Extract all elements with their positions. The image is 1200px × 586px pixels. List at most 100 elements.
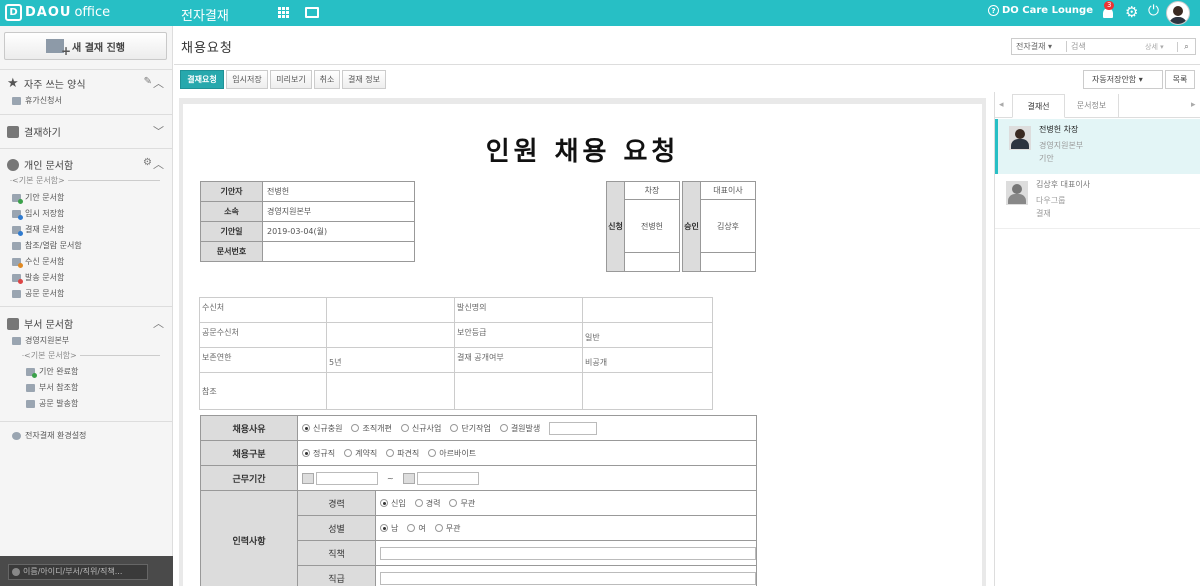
- gender-option[interactable]: 남: [380, 523, 398, 534]
- apply-side-label: 신청: [606, 181, 625, 272]
- tab-approval-line[interactable]: 결재선: [1012, 94, 1065, 118]
- reason-option[interactable]: 조직개편: [351, 423, 392, 434]
- preview-button[interactable]: 미리보기: [270, 70, 312, 89]
- approve-header[interactable]: 결재하기: [7, 124, 61, 139]
- logo[interactable]: D DAOU office: [5, 4, 110, 21]
- care-lounge-link[interactable]: ? DO Care Lounge: [988, 5, 1093, 16]
- official-box-icon: [12, 289, 21, 298]
- list-button[interactable]: 목록: [1165, 70, 1195, 89]
- dept-header[interactable]: 부서 문서함: [7, 316, 73, 331]
- reason-option[interactable]: 단기작업: [450, 423, 491, 434]
- type-option[interactable]: 계약직: [344, 448, 377, 459]
- search-scope-select[interactable]: 전자결재 ▾: [1012, 41, 1067, 52]
- chevron-up-icon[interactable]: ︿: [153, 315, 164, 331]
- type-option[interactable]: 아르바이트: [428, 448, 476, 459]
- gender-option[interactable]: 여: [407, 523, 426, 534]
- app-title[interactable]: 전자결재: [181, 5, 229, 24]
- sidebar-item-reference[interactable]: 참조/열람 문서함: [12, 240, 82, 251]
- start-date-input[interactable]: [316, 471, 378, 485]
- approve-title: 결재하기: [24, 128, 61, 139]
- duty-input[interactable]: [380, 546, 756, 560]
- approve-date-cell: [700, 252, 756, 272]
- career-label: 경력: [297, 490, 376, 516]
- care-lounge-label: DO Care Lounge: [1002, 5, 1093, 16]
- gender-option-label: 남: [391, 523, 399, 533]
- gear-icon[interactable]: ⚙: [1125, 3, 1138, 21]
- duty-label: 직책: [297, 540, 376, 566]
- avatar: [1006, 181, 1028, 205]
- rank-input[interactable]: [380, 571, 756, 585]
- chevron-up-icon[interactable]: ︿: [153, 156, 164, 172]
- receiver-value[interactable]: [326, 297, 455, 323]
- career-option[interactable]: 무관: [449, 498, 475, 509]
- approval-line-item[interactable]: 전병헌 차장 경영지원본부 기안: [995, 119, 1200, 174]
- cancel-button[interactable]: 취소: [314, 70, 340, 89]
- sidebar-item-dept-complete[interactable]: 기안 완료함: [26, 366, 78, 378]
- prev-arrow-icon[interactable]: ◂: [999, 100, 1004, 110]
- people-search-input[interactable]: 이름/아이디/부서/직위/직책...: [8, 564, 148, 580]
- retention-value[interactable]: 5년: [326, 347, 455, 373]
- type-option-label: 계약직: [355, 448, 378, 458]
- approval-settings-link[interactable]: 전자결재 환경설정: [12, 430, 86, 441]
- sidebar-item-label: 공문 문서함: [25, 289, 65, 298]
- reason-option[interactable]: 신규충원: [302, 423, 342, 434]
- auto-save-select[interactable]: 자동저장안함 ▾: [1083, 70, 1163, 89]
- sender-value[interactable]: [582, 297, 713, 323]
- start-date-field[interactable]: [302, 471, 378, 485]
- sidebar-item-official[interactable]: 공문 문서함: [12, 288, 64, 299]
- gender-option[interactable]: 무관: [434, 523, 460, 534]
- request-approval-button[interactable]: 결재요청: [180, 70, 224, 89]
- power-icon[interactable]: ⏻: [1148, 3, 1159, 19]
- meta-label: 공문수신처: [199, 322, 327, 348]
- search-detail-button[interactable]: 상세 ▾: [1145, 42, 1177, 52]
- search-icon[interactable]: ⌕: [1177, 41, 1195, 52]
- chevron-down-icon[interactable]: ﹀: [153, 123, 164, 139]
- dept-name: 경영지원본부: [25, 336, 70, 345]
- reason-option[interactable]: 결원발생: [499, 423, 540, 434]
- tab-document-info[interactable]: 문서정보: [1065, 94, 1119, 118]
- sidebar-item-dept-reference[interactable]: 부서 참조함: [26, 382, 78, 393]
- approval-box-icon: [12, 225, 23, 236]
- search-input[interactable]: 검색: [1067, 41, 1145, 52]
- disclosure-value[interactable]: 비공개: [582, 347, 713, 373]
- end-date-field[interactable]: [402, 471, 479, 485]
- sidebar-item-draft[interactable]: 기안 문서함: [12, 192, 64, 204]
- settings-icon[interactable]: ⚙: [143, 157, 152, 168]
- page-title: 채용요청: [181, 41, 233, 56]
- avatar: [1009, 126, 1031, 150]
- reason-option[interactable]: 신규사업: [400, 423, 441, 434]
- type-option-label: 파견직: [397, 448, 420, 458]
- sidebar-item-sent[interactable]: 발송 문서함: [12, 272, 64, 284]
- new-approval-button[interactable]: 새 결재 진행: [4, 32, 167, 60]
- temp-save-button[interactable]: 임시저장: [226, 70, 268, 89]
- reason-other-input[interactable]: [549, 421, 598, 435]
- sidebar-item-label: 부서 참조함: [39, 383, 79, 392]
- approval-info-button[interactable]: 결재 정보: [342, 70, 386, 89]
- gender-option-label: 여: [418, 523, 426, 533]
- sidebar-item-approval[interactable]: 결재 문서함: [12, 224, 64, 236]
- favorites-item-vacation[interactable]: 휴가신청서: [12, 95, 62, 106]
- edit-icon[interactable]: ✎: [144, 76, 152, 87]
- personal-header[interactable]: 개인 문서함: [7, 157, 73, 172]
- dept-name-item[interactable]: 경영지원본부: [12, 335, 69, 346]
- reference-value[interactable]: [326, 372, 455, 410]
- favorites-item-label: 휴가신청서: [25, 96, 62, 105]
- document: 인원 채용 요청 기안자 전병헌 소속 경영지원본부 기안일 2019-03-04(월…: [183, 104, 982, 586]
- chevron-up-icon[interactable]: ︿: [153, 75, 164, 91]
- film-icon[interactable]: [305, 7, 319, 18]
- approval-line-item[interactable]: 김상후 대표이사 다우그룹 결재: [995, 174, 1200, 229]
- sidebar-item-inbox[interactable]: 수신 문서함: [12, 256, 64, 268]
- favorites-header[interactable]: ★ 자주 쓰는 양식: [7, 76, 86, 92]
- type-option[interactable]: 정규직: [302, 448, 335, 459]
- official-receiver-value[interactable]: [326, 322, 455, 348]
- avatar[interactable]: [1166, 1, 1190, 25]
- security-value[interactable]: 일반: [582, 322, 713, 348]
- app-grid-icon[interactable]: [278, 7, 289, 18]
- sidebar-item-temp[interactable]: 임시 저장함: [12, 208, 64, 220]
- next-arrow-icon[interactable]: ▸: [1191, 100, 1196, 110]
- sidebar-item-dept-official[interactable]: 공문 발송함: [26, 398, 78, 409]
- end-date-input[interactable]: [416, 471, 479, 485]
- career-option[interactable]: 신입: [380, 498, 406, 509]
- career-option[interactable]: 경력: [414, 498, 440, 509]
- type-option[interactable]: 파견직: [386, 448, 419, 459]
